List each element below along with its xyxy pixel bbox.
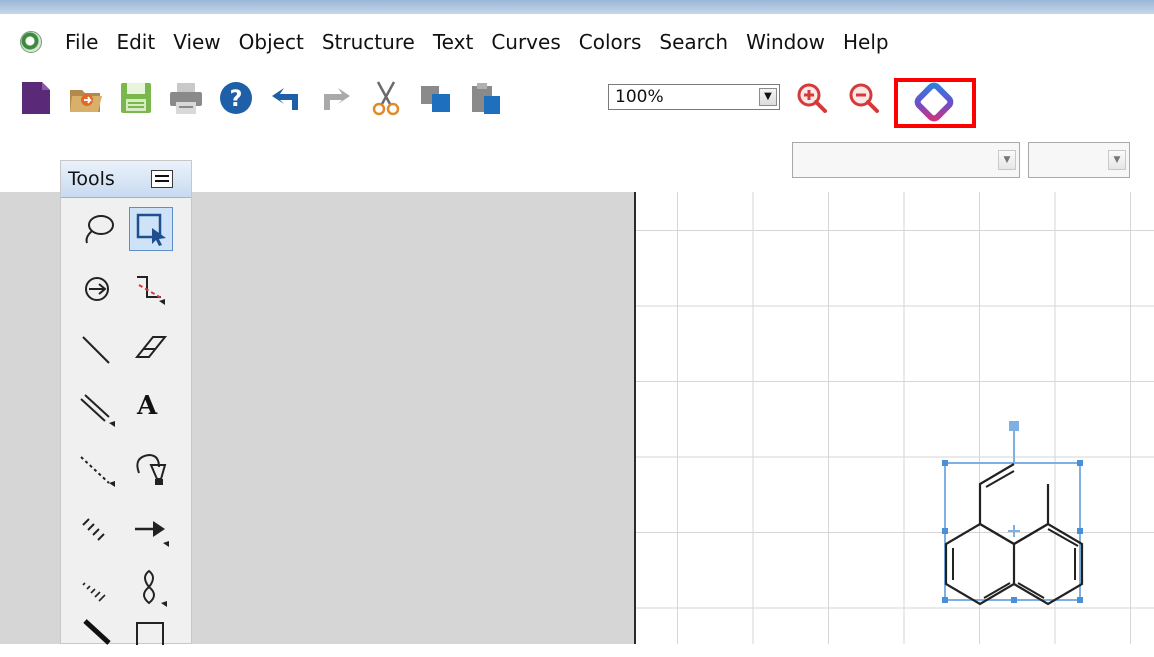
- molecule-drawing[interactable]: [636, 192, 1154, 644]
- cut-icon[interactable]: [368, 80, 404, 116]
- hashed-wedge-bond-icon[interactable]: [75, 567, 119, 611]
- tools-palette-title: Tools: [68, 168, 115, 190]
- zoom-level-value: 100%: [615, 87, 664, 107]
- tools-palette: Tools A: [60, 160, 192, 645]
- font-select[interactable]: ▼: [792, 142, 1020, 178]
- menu-view[interactable]: View: [164, 31, 229, 53]
- app-icon[interactable]: [20, 31, 42, 53]
- orbital-tool-icon[interactable]: [129, 567, 173, 611]
- undo-icon[interactable]: [268, 80, 304, 116]
- selection-box[interactable]: [942, 421, 1083, 603]
- zoom-out-icon[interactable]: [846, 80, 882, 116]
- menu-bar: File Edit View Object Structure Text Cur…: [0, 14, 1154, 74]
- save-icon[interactable]: [118, 80, 154, 116]
- new-document-icon[interactable]: [18, 80, 54, 116]
- print-icon[interactable]: [168, 80, 204, 116]
- font-size-select[interactable]: ▼: [1028, 142, 1130, 178]
- menu-file[interactable]: File: [56, 31, 107, 53]
- copy-icon[interactable]: [418, 80, 454, 116]
- dashed-bond-icon[interactable]: [75, 447, 119, 491]
- menu-text[interactable]: Text: [424, 31, 482, 53]
- add-in-icon[interactable]: [898, 82, 972, 124]
- menu-structure[interactable]: Structure: [313, 31, 424, 53]
- pen-tool-icon[interactable]: [129, 447, 173, 491]
- window-titlebar: [0, 0, 1154, 14]
- lasso-icon[interactable]: [75, 207, 119, 251]
- palette-menu-icon[interactable]: [151, 170, 173, 188]
- open-folder-icon[interactable]: [68, 80, 104, 116]
- mass-fragmentation-icon[interactable]: [129, 267, 173, 311]
- rectangle-tool-icon[interactable]: [129, 613, 173, 657]
- menu-object[interactable]: Object: [230, 31, 313, 53]
- highlighted-toolbar-button[interactable]: [894, 78, 976, 128]
- structure-perspective-icon[interactable]: [75, 267, 119, 311]
- main-toolbar: ? 100% ▼: [0, 74, 1154, 134]
- tools-palette-header[interactable]: Tools: [61, 161, 191, 198]
- arrow-tool-icon[interactable]: [129, 507, 173, 551]
- menu-search[interactable]: Search: [650, 31, 737, 53]
- text-tool-letter: A: [137, 391, 158, 421]
- menu-help[interactable]: Help: [834, 31, 898, 53]
- chevron-down-icon[interactable]: ▼: [759, 88, 777, 106]
- help-icon[interactable]: ?: [218, 80, 254, 116]
- multiple-bond-icon[interactable]: [75, 387, 119, 431]
- bold-bond-icon[interactable]: [75, 613, 119, 657]
- hashed-bond-icon[interactable]: [75, 507, 119, 551]
- svg-text:?: ?: [230, 87, 243, 112]
- drawing-canvas[interactable]: [634, 192, 1154, 644]
- redo-icon[interactable]: [318, 80, 354, 116]
- menu-colors[interactable]: Colors: [570, 31, 651, 53]
- chevron-down-icon[interactable]: ▼: [1108, 150, 1126, 170]
- solid-bond-icon[interactable]: [75, 327, 119, 371]
- paste-icon[interactable]: [468, 80, 504, 116]
- chevron-down-icon[interactable]: ▼: [998, 150, 1016, 170]
- text-tool-icon[interactable]: A: [129, 387, 173, 431]
- menu-edit[interactable]: Edit: [107, 31, 164, 53]
- menu-curves[interactable]: Curves: [482, 31, 569, 53]
- zoom-in-icon[interactable]: [794, 80, 830, 116]
- zoom-level-select[interactable]: 100% ▼: [608, 84, 780, 110]
- eraser-icon[interactable]: [129, 327, 173, 371]
- menu-window[interactable]: Window: [737, 31, 834, 53]
- marquee-select-icon[interactable]: [129, 207, 173, 251]
